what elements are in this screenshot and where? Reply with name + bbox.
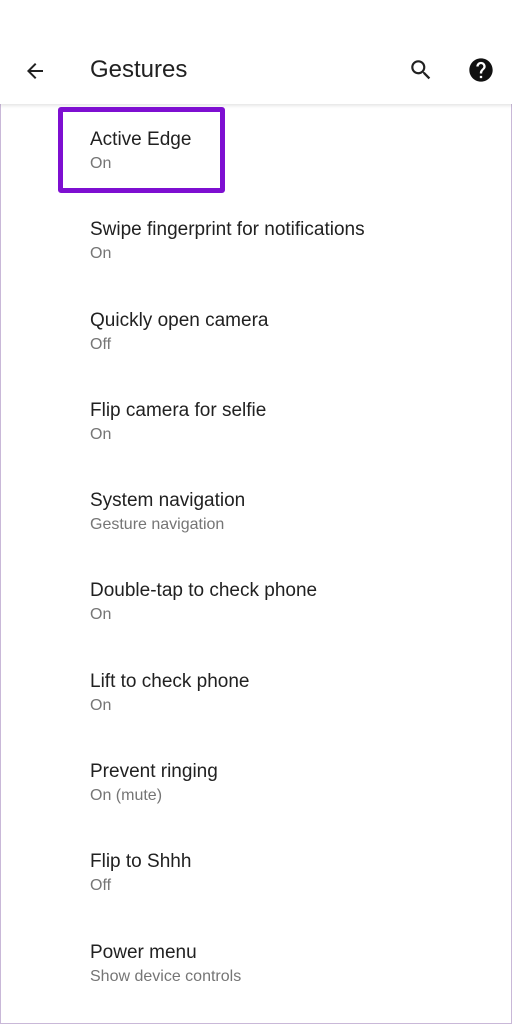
list-item-double-tap[interactable]: Double-tap to check phone On [0,555,512,645]
item-title: Active Edge [90,129,192,150]
list-item-prevent-ringing[interactable]: Prevent ringing On (mute) [0,736,512,826]
search-button[interactable] [400,49,442,91]
item-summary: On (mute) [90,787,163,805]
item-title: Double-tap to check phone [90,580,318,602]
list-item-swipe-fingerprint[interactable]: Swipe fingerprint for notifications On [0,194,512,284]
back-button[interactable] [14,50,56,92]
item-title: Quickly open camera [90,309,269,331]
item-summary: On [90,696,112,714]
item-summary: On [90,155,112,172]
list-item-active-edge[interactable]: Active Edge On [0,104,512,194]
item-title: Lift to check phone [90,670,250,692]
list-item-flip-to-shhh[interactable]: Flip to Shhh Off [0,826,512,916]
item-title: Flip to Shhh [90,851,192,873]
item-summary: Gesture navigation [90,516,225,534]
item-summary: Off [90,877,112,895]
item-summary: On [90,606,112,624]
help-button[interactable] [460,49,502,91]
app-bar: Gestures [0,0,512,104]
arrow-back-icon [27,63,43,79]
item-title: Power menu [90,941,197,963]
item-title: Prevent ringing [90,761,218,783]
item-summary: On [90,245,112,263]
list-item-power-menu[interactable]: Power menu Show device controls [0,917,512,1007]
list-item-system-navigation[interactable]: System navigation Gesture navigation [0,465,512,555]
page-title: Gestures [90,56,188,83]
item-summary: Off [90,335,112,353]
help-icon [469,58,493,82]
item-title: Swipe fingerprint for notifications [90,219,365,241]
list-item-flip-camera[interactable]: Flip camera for selfie On [0,375,512,465]
list-item-lift-to-check[interactable]: Lift to check phone On [0,646,512,736]
item-title: Flip camera for selfie [90,399,267,421]
list-item-quickly-open-camera[interactable]: Quickly open camera Off [0,285,512,375]
item-summary: Show device controls [90,967,242,985]
settings-list: Active Edge On Swipe fingerprint for not… [0,104,512,1007]
item-summary: On [90,425,112,443]
search-icon [411,60,431,80]
item-title: System navigation [90,490,246,512]
